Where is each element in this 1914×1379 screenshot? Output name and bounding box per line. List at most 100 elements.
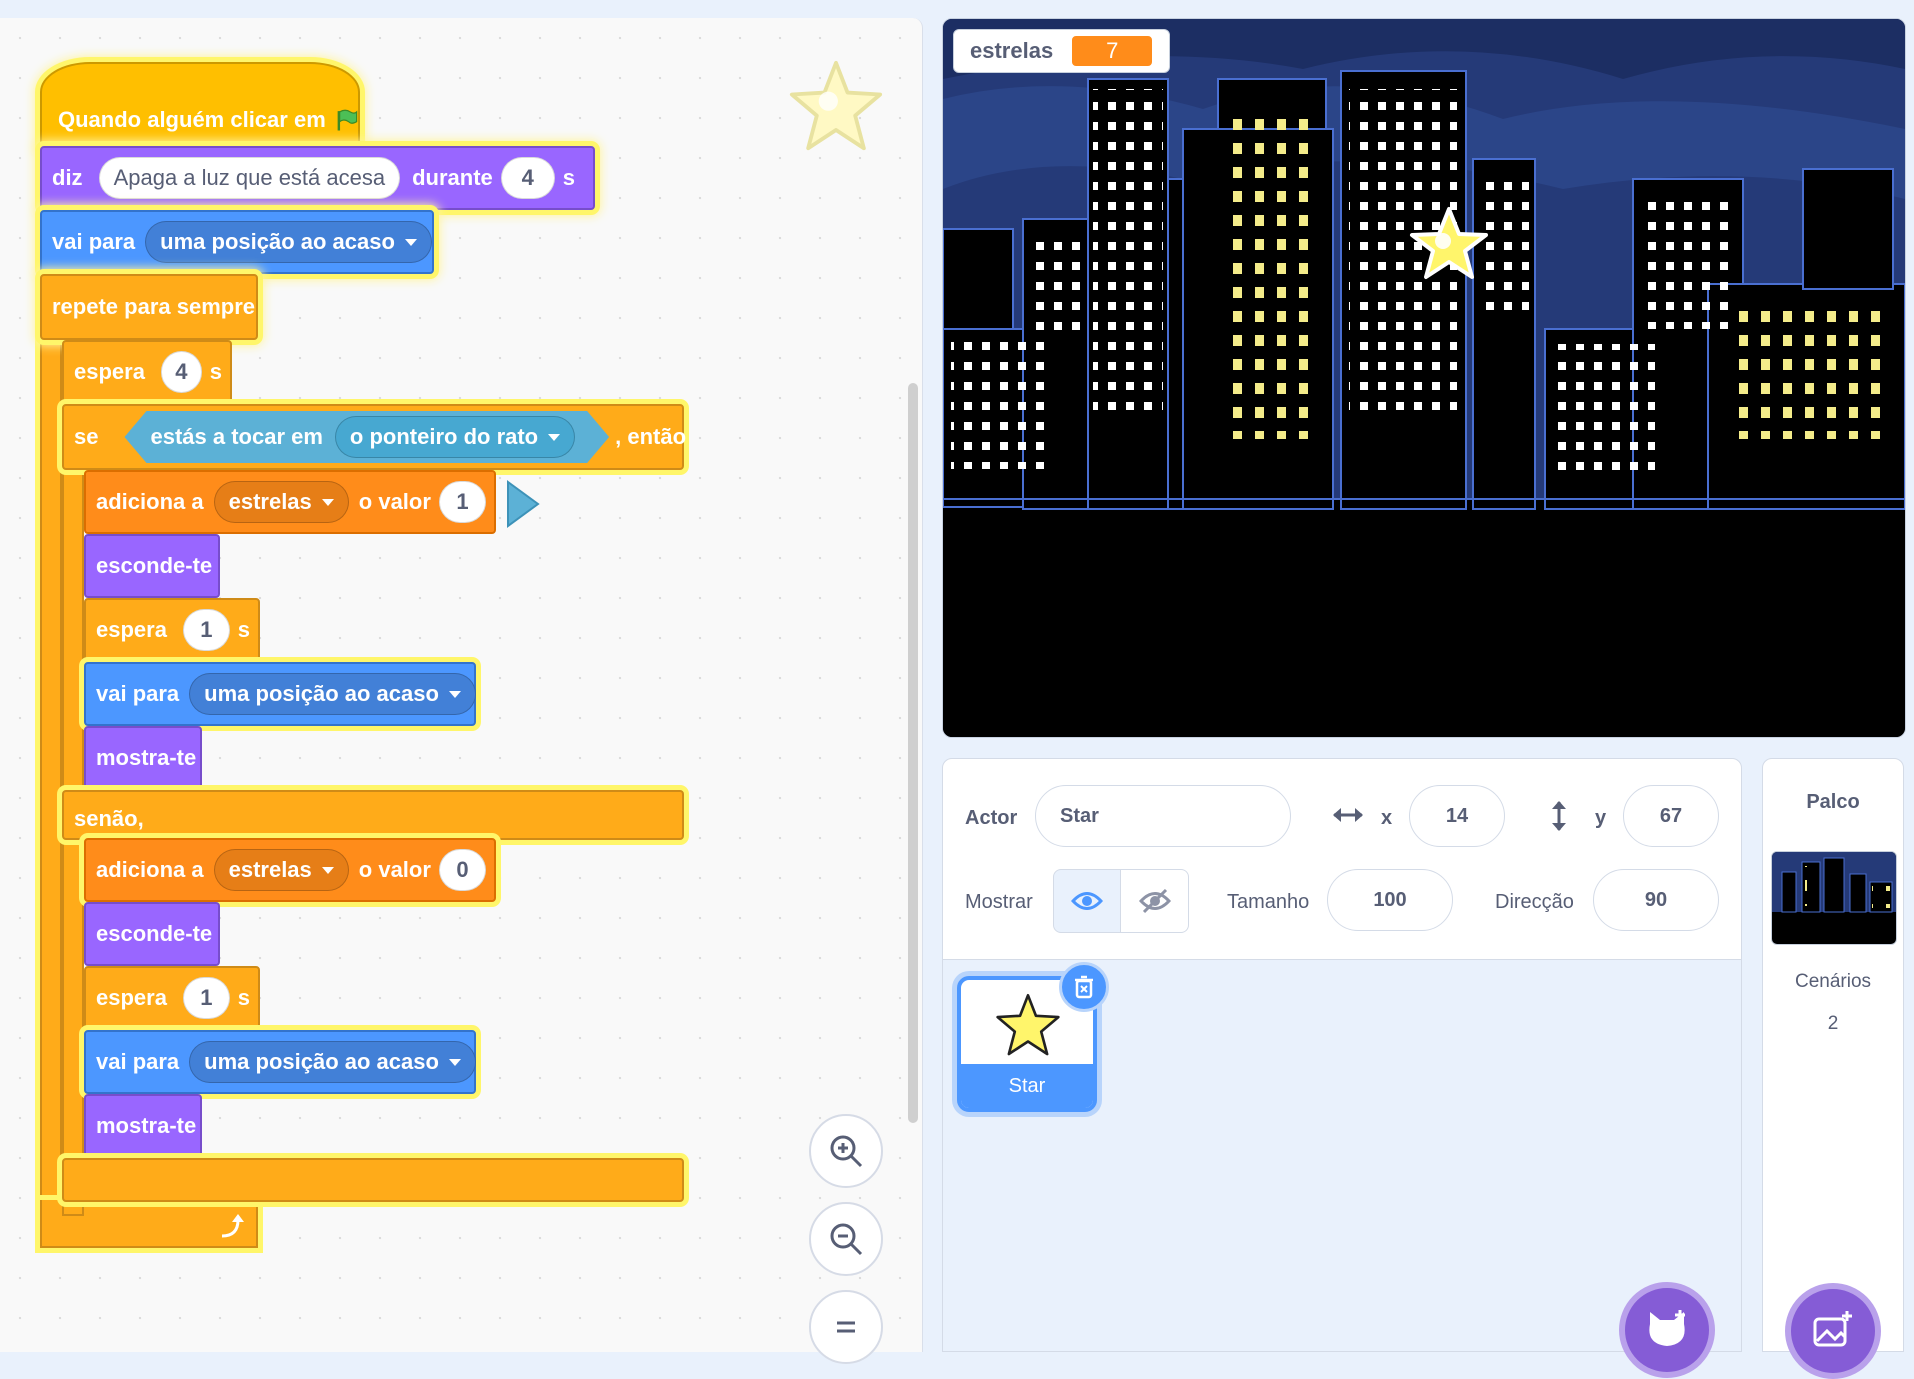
wait-secs-input[interactable]: 4 [160,351,202,393]
forever-block[interactable]: repete para sempre [40,274,258,340]
goto-target-text: uma posição ao acaso [160,229,395,254]
if-label: se [74,424,99,449]
if-else-block[interactable]: se estás a tocar em o ponteiro do rato ,… [62,404,687,470]
zoom-out-button[interactable] [809,1202,883,1276]
variable-monitor[interactable]: estrelas 7 [953,29,1171,73]
show-label: mostra-te [96,745,197,770]
goto-target-dropdown[interactable]: uma posição ao acaso [189,1041,476,1083]
goto-target-dropdown[interactable]: uma posição ao acaso [189,673,476,715]
say-for-secs-block[interactable]: diz Apaga a luz que está acesa durante 4… [40,146,595,210]
loop-arrow-icon [221,1214,244,1238]
zoom-reset-button[interactable] [809,1290,883,1364]
variable-dropdown[interactable]: estrelas [213,481,349,523]
wait-label: espera [96,617,167,642]
sprite-name-input[interactable]: Star [1035,785,1291,847]
wait-secs-block[interactable]: espera 4 s [62,340,232,404]
change-value-input[interactable]: 1 [438,481,486,523]
forever-arm [40,322,62,1245]
wait-unit-label: s [237,617,250,642]
goto-target-text: uma posição ao acaso [204,681,439,706]
stage-target-panel[interactable]: Palco Cenários 2 [1762,758,1904,1379]
delete-sprite-button[interactable] [1059,962,1109,1012]
x-position-icon [1333,808,1363,822]
x-value: 14 [1445,804,1469,827]
when-flag-clicked-block[interactable]: Quando alguém clicar em [40,62,360,146]
backdrops-count: 2 [1827,1013,1839,1034]
add-sprite-cat-icon [1649,1310,1685,1346]
wait-secs-block[interactable]: espera 1 s [84,598,260,662]
then-label: , então [615,424,687,449]
zoom-in-button[interactable] [809,1114,883,1188]
change-variable-block[interactable]: adiciona a estrelas o valor 1 [84,470,496,534]
variable-name: estrelas [228,857,312,882]
sprite-star-thumbnail [996,993,1060,1056]
monitor-value: 7 [1071,35,1154,67]
green-flag-icon [337,109,357,131]
touching-label: estás a tocar em [150,424,323,449]
monitor-label: estrelas [970,38,1054,63]
wait-unit-label: s [209,359,222,384]
hat-label: Quando alguém clicar em [58,107,326,132]
size-value: 100 [1373,888,1407,911]
stage-panel-title: Palco [1806,791,1860,813]
y-input[interactable]: 67 [1623,785,1719,847]
dropdown-caret-icon [321,498,334,506]
say-message-input[interactable]: Apaga a luz que está acesa [98,157,401,199]
change-label: adiciona a [96,857,204,882]
dropdown-caret-icon [448,690,461,698]
wait-secs-block[interactable]: espera 1 s [84,966,260,1030]
go-to-random-block[interactable]: vai para uma posição ao acaso [84,1030,476,1094]
eye-hidden-icon [1138,888,1171,914]
say-secs-input[interactable]: 4 [500,157,555,199]
show-block[interactable]: mostra-te [84,1094,202,1158]
touching-target-text: o ponteiro do rato [349,424,539,449]
add-sprite-button[interactable] [1619,1282,1715,1378]
if-foot [62,1158,684,1202]
dropdown-caret-icon [548,434,560,441]
variable-report-arrow-icon [507,480,540,528]
variable-dropdown[interactable]: estrelas [213,849,349,891]
add-backdrop-image-icon [1813,1311,1852,1347]
hide-block[interactable]: esconde-te [84,902,220,966]
else-label: senão, [74,806,144,831]
zoom-out-icon [830,1223,863,1256]
city-night-backdrop [943,19,1905,737]
goto-target-dropdown[interactable]: uma posição ao acaso [145,221,432,263]
show-hidden-button[interactable] [1121,869,1189,933]
add-backdrop-button[interactable] [1785,1283,1881,1379]
dropdown-caret-icon [321,866,334,874]
eye-icon [1071,892,1103,910]
change-variable-block[interactable]: adiciona a estrelas o valor 0 [84,838,496,902]
variable-name: estrelas [228,489,312,514]
x-input[interactable]: 14 [1409,785,1505,847]
workspace-scrollbar[interactable] [908,383,918,1123]
show-visible-button[interactable] [1053,869,1121,933]
actor-label: Actor [965,807,1018,829]
touching-target-dropdown[interactable]: o ponteiro do rato [335,416,575,458]
backdrop-thumbnail[interactable] [1771,851,1897,945]
show-toggle-label: Mostrar [965,891,1033,913]
wait-unit-label: s [237,985,250,1010]
stage[interactable]: estrelas 7 [942,18,1906,738]
dropdown-caret-icon [448,1058,461,1066]
go-to-random-block[interactable]: vai para uma posição ao acaso [84,662,476,726]
hide-label: esconde-te [96,553,213,578]
show-block[interactable]: mostra-te [84,726,202,790]
show-label: mostra-te [96,1113,197,1138]
hide-block[interactable]: esconde-te [84,534,220,598]
wait-secs-input[interactable]: 1 [182,609,230,651]
direction-input[interactable]: 90 [1593,869,1719,931]
change-value-label: o valor [358,489,431,514]
trash-icon [1075,975,1093,999]
go-to-random-block[interactable]: vai para uma posição ao acaso [40,210,434,274]
sprite-info-panel: Actor Star x 14 y 67 Mostrar Tamanho 100… [942,758,1742,960]
zoom-reset-icon [837,1321,855,1333]
touching-condition-block[interactable]: estás a tocar em o ponteiro do rato [124,411,609,463]
code-workspace[interactable]: Quando alguém clicar em diz Apaga a luz … [0,18,923,1364]
backdrops-label: Cenários [1794,971,1872,992]
else-section: senão, [62,790,684,840]
size-input[interactable]: 100 [1327,869,1453,931]
wait-secs-input[interactable]: 1 [182,977,230,1019]
wait-label: espera [96,985,167,1010]
change-value-input[interactable]: 0 [438,849,486,891]
